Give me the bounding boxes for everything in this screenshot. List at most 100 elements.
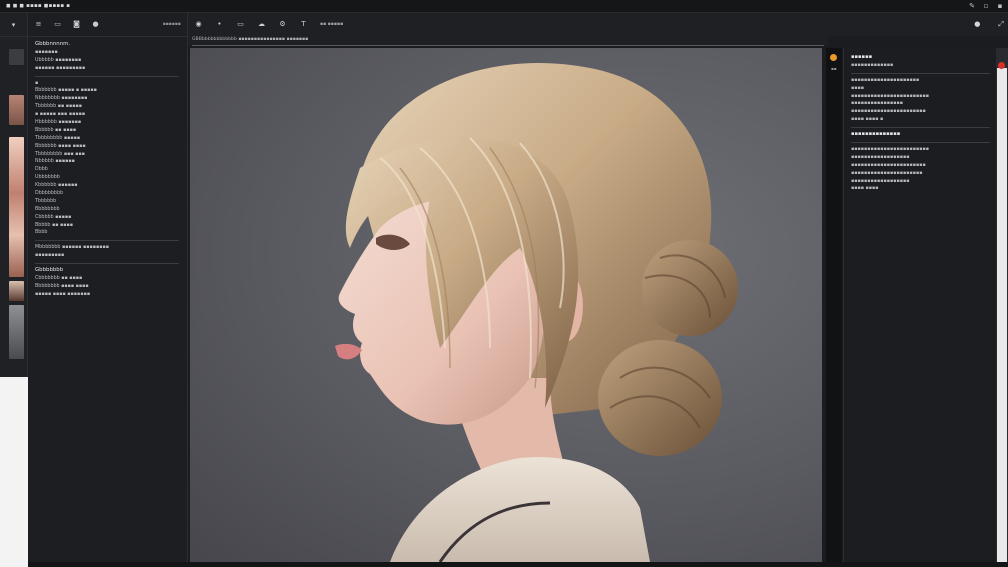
window-controls: ✎ ▫ ▪ [968, 2, 1004, 10]
divider [35, 240, 179, 242]
list-item[interactable]: Bbbb [35, 229, 187, 237]
pen-icon[interactable]: ✎ [968, 2, 976, 10]
canvas-toolbar-label: ▪▪ ▪▪▪▪▪ [320, 22, 344, 27]
list-item[interactable]: Ubbbbbbb [35, 174, 187, 182]
list-item[interactable]: Mbbbbbbb ▪▪▪▪▪▪ ▪▪▪▪▪▪▪▪ [35, 244, 187, 252]
canvas-toolbar-right: ● ⤢ [974, 20, 1004, 29]
left-panel-toolbar: ≡ ▭ ◙ ● ▪▪▪▪▪▪ [28, 13, 187, 37]
section-heading: Gbbbbbbb [35, 267, 64, 274]
list-item[interactable]: ▪▪▪▪▪▪▪▪▪▪▪▪▪▪▪▪▪▪▪▪▪▪ [851, 170, 996, 178]
list-item[interactable]: Nbbbbb ▪▪▪▪▪▪ [35, 158, 187, 166]
canvas-artwork [335, 62, 738, 562]
camera-icon[interactable]: ◙ [72, 20, 81, 29]
list-item[interactable]: Dbbbbbbbb [35, 190, 187, 198]
sweater [390, 457, 650, 562]
list-item[interactable]: ▪▪▪▪▪▪▪▪▪▪▪▪▪▪▪▪ [851, 100, 996, 108]
layers-icon[interactable]: ▭ [236, 20, 245, 29]
divider [851, 72, 990, 74]
canvas-toolbar: ◉ • ▭ ☁ ⚙ T ▪▪ ▪▪▪▪▪ ● ⤢ [188, 13, 1008, 36]
list-item[interactable]: ▪▪▪▪▪▪▪▪▪▪▪▪▪▪▪▪▪▪▪▪▪▪▪ [851, 108, 996, 116]
list-item[interactable]: Cbbbbbbb ▪▪ ▪▪▪▪ [35, 275, 187, 283]
list-item[interactable]: ▪▪▪▪▪▪▪ [35, 49, 187, 57]
list-item[interactable]: ▪▪▪▪▪▪ ▪▪▪▪▪▪▪▪▪ [35, 65, 187, 73]
list-item[interactable]: Dbbb [35, 166, 187, 174]
left-panel-label: ▪▪▪▪▪▪ [162, 22, 181, 27]
list-item[interactable]: ▪▪▪▪▪▪▪▪▪▪▪▪▪▪▪▪▪▪▪▪▪ [851, 77, 996, 85]
list-item[interactable]: ▪▪▪▪▪▪▪▪▪▪▪▪▪ [851, 62, 996, 70]
lips [335, 343, 362, 360]
thumbnail-1[interactable] [9, 49, 24, 65]
right-panel-list: ▪▪▪▪▪▪ ▪▪▪▪▪▪▪▪▪▪▪▪▪ ▪▪▪▪▪▪▪▪▪▪▪▪▪▪▪▪▪▪▪▪▪… [844, 48, 996, 193]
section-heading: ▪▪▪▪▪▪▪▪▪▪▪▪▪▪ [851, 131, 901, 138]
settings-icon[interactable]: ⚙ [278, 20, 287, 29]
section-heading: ▪▪▪▪▪▪ [851, 54, 873, 60]
document-tab-bar: GBBbbbbbbbbbbbb ▪▪▪▪▪▪▪▪▪▪▪▪▪▪▪ ▪▪▪▪▪▪▪ [188, 36, 828, 46]
tab-underline [192, 45, 824, 46]
record-icon[interactable]: ● [91, 20, 100, 29]
list-item[interactable]: Bbbbbb ▪▪ ▪▪▪▪ [35, 127, 187, 135]
list-item[interactable]: ▪▪▪▪▪ ▪▪▪▪ ▪▪▪▪▪▪▪ [35, 291, 187, 299]
left-properties-panel: ≡ ▭ ◙ ● ▪▪▪▪▪▪ Gbbbnnnnm. ▪▪▪▪▪▪▪ Ubbbbb ▪… [28, 13, 188, 567]
list-item[interactable]: ▪▪▪▪ [851, 85, 996, 93]
list-item[interactable]: Kbbbbbb ▪▪▪▪▪▪ [35, 182, 187, 190]
minimize-icon[interactable]: ▫ [982, 2, 990, 10]
list-item[interactable]: ▪▪▪▪▪▪▪▪▪▪▪▪▪▪▪▪▪▪▪▪▪▪▪ [851, 162, 996, 170]
document-tab[interactable]: GBBbbbbbbbbbbbb ▪▪▪▪▪▪▪▪▪▪▪▪▪▪▪ ▪▪▪▪▪▪▪ [192, 37, 308, 42]
list-item[interactable]: ▪▪▪▪ ▪▪▪▪ ▪ [851, 116, 996, 124]
collapse-icon[interactable]: ▾ [0, 13, 27, 37]
list-item[interactable]: ▪▪▪▪▪▪▪▪▪▪▪▪▪▪▪▪▪▪▪▪▪▪▪▪ [851, 93, 996, 101]
menu-icon[interactable]: ≡ [34, 20, 43, 29]
list-item[interactable]: Ubbbbb ▪▪▪▪▪▪▪▪ [35, 57, 187, 65]
close-icon[interactable]: ▪ [996, 2, 1004, 10]
list-item[interactable]: Tbbbbbbbb ▪▪▪▪▪ [35, 135, 187, 143]
list-item[interactable]: ▪▪▪▪ ▪▪▪▪ [851, 185, 996, 193]
thumbnail-5[interactable] [9, 305, 24, 359]
thumbnail-2[interactable] [9, 95, 24, 125]
list-item[interactable]: Bbbbbbb ▪▪▪▪ ▪▪▪▪ [35, 143, 187, 151]
list-item[interactable]: ▪▪▪▪▪▪▪▪▪▪▪▪▪▪▪▪▪▪ [851, 178, 996, 186]
window-title: ◼ ◼ ◼ ▪▪▪▪ ◼▪▪▪▪ ▪ [6, 3, 71, 9]
layer-thumbnail-strip: ▾ [0, 13, 28, 567]
divider [35, 263, 179, 265]
dot-icon[interactable]: • [215, 20, 224, 29]
folder-icon[interactable]: ▭ [53, 20, 62, 29]
text-icon[interactable]: T [299, 20, 308, 29]
title-bar: ◼ ◼ ◼ ▪▪▪▪ ◼▪▪▪▪ ▪ ✎ ▫ ▪ [0, 0, 1008, 13]
notification-dot-icon[interactable] [998, 62, 1005, 69]
list-item[interactable]: Cbbbbb ▪▪▪▪▪ [35, 214, 187, 222]
canvas-viewport[interactable] [190, 48, 822, 562]
divider [851, 127, 990, 129]
list-item[interactable]: Bbbbb ▪▪ ▪▪▪▪ [35, 222, 187, 230]
right-tool-strip: ▪▪ [826, 48, 842, 562]
color-swatch-icon[interactable] [830, 54, 837, 61]
list-item[interactable]: ▪▪▪▪▪▪▪▪▪ [35, 252, 187, 260]
thumbnail-3[interactable] [9, 137, 24, 277]
list-item[interactable]: Bbbbbbbb ▪▪▪▪ ▪▪▪▪ [35, 283, 187, 291]
right-properties-panel: ▪▪▪▪▪▪ ▪▪▪▪▪▪▪▪▪▪▪▪▪ ▪▪▪▪▪▪▪▪▪▪▪▪▪▪▪▪▪▪▪▪▪… [843, 48, 996, 562]
divider [851, 142, 990, 144]
list-item[interactable]: Bbbbbbbb [35, 206, 187, 214]
right-scrollbar[interactable] [996, 48, 1008, 562]
hair-bun-top [642, 240, 738, 336]
thumbnail-4[interactable] [9, 281, 24, 301]
thumbnail-empty-area [0, 377, 28, 567]
scrollbar-track[interactable] [997, 68, 1007, 562]
expand-icon[interactable]: ⤢ [998, 20, 1004, 29]
list-item[interactable]: ▪▪▪▪▪▪▪▪▪▪▪▪▪▪▪▪▪▪▪▪▪▪▪▪ [851, 146, 996, 154]
cloud-icon[interactable]: ☁ [257, 20, 266, 29]
list-item[interactable]: Tbbbbbbbb ▪▪▪ ▪▪▪ [35, 151, 187, 159]
left-panel-list: Gbbbnnnnm. ▪▪▪▪▪▪▪ Ubbbbb ▪▪▪▪▪▪▪▪ ▪▪▪▪▪▪ ▪… [28, 37, 187, 299]
list-item[interactable]: ▪ [35, 80, 187, 88]
list-item[interactable]: ▪▪▪▪▪▪▪▪▪▪▪▪▪▪▪▪▪▪ [851, 154, 996, 162]
list-item[interactable]: ▪ ▪▪▪▪▪ ▪▪▪ ▪▪▪▪▪ [35, 111, 187, 119]
toggle-icon[interactable]: ● [974, 20, 980, 29]
status-bar [28, 562, 1008, 567]
list-item[interactable]: Tbbbbbb ▪▪ ▪▪▪▪▪ [35, 103, 187, 111]
divider [35, 75, 179, 77]
brush-icon[interactable]: ◉ [194, 20, 203, 29]
section-heading: Gbbbnnnnm. [35, 41, 71, 47]
list-item[interactable]: Hbbbbbb ▪▪▪▪▪▪▪ [35, 119, 187, 127]
list-item[interactable]: Tbbbbbb [35, 198, 187, 206]
list-item[interactable]: Nbbbbbbb ▪▪▪▪▪▪▪▪ [35, 95, 187, 103]
list-item[interactable]: Bbbbbbb ▪▪▪▪▪ ▪ ▪▪▪▪▪ [35, 87, 187, 95]
